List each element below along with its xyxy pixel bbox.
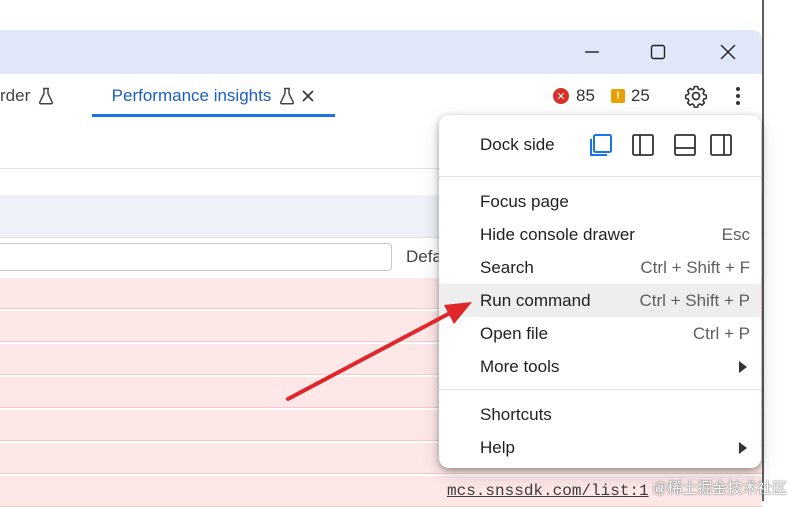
undock-icon [590, 134, 612, 156]
menu-item-label: Run command [480, 290, 591, 310]
error-icon: ✕ [553, 88, 569, 104]
experiment-flask-icon [39, 87, 54, 105]
maximize-icon [650, 44, 666, 60]
browser-page-area [0, 0, 762, 30]
menu-item-hide-console-drawer[interactable]: Hide console drawer Esc [439, 218, 761, 251]
dock-right-icon [710, 134, 732, 156]
dock-side-label: Dock side [480, 135, 555, 154]
dock-undock-button[interactable] [588, 132, 614, 158]
active-tab-indicator [92, 114, 335, 117]
minimize-icon [585, 51, 599, 53]
devtools-window-titlebar [0, 30, 762, 74]
menu-item-focus-page[interactable]: Focus page [439, 185, 761, 218]
dock-left-icon [632, 134, 654, 156]
console-filter-input[interactable] [0, 243, 392, 271]
close-icon [720, 44, 736, 60]
menu-separator [439, 176, 761, 177]
menu-item-label: Hide console drawer [480, 224, 635, 244]
dock-side-row: Dock side [439, 123, 761, 167]
menu-separator [439, 389, 761, 390]
menu-item-label: Open file [480, 323, 549, 343]
submenu-arrow-icon [739, 360, 747, 373]
dock-right-button[interactable] [708, 132, 734, 158]
settings-button[interactable] [680, 80, 712, 112]
menu-item-label: Help [480, 437, 515, 457]
right-edge-area [762, 0, 792, 501]
close-tab-icon[interactable] [301, 89, 315, 103]
error-count: 85 [576, 86, 595, 105]
close-window-button[interactable] [705, 30, 751, 74]
menu-item-shortcut: Ctrl + P [692, 323, 750, 343]
menu-item-label: Focus page [480, 191, 569, 211]
tab-performance-insights[interactable]: Performance insights [92, 74, 335, 118]
minimize-button[interactable] [569, 30, 615, 74]
tab-recorder[interactable]: rder [0, 74, 54, 118]
experiment-flask-icon [280, 87, 295, 105]
menu-item-open-file[interactable]: Open file Ctrl + P [439, 317, 761, 350]
menu-item-label: Shortcuts [480, 404, 552, 424]
gear-icon [684, 85, 708, 108]
watermark-text: @稀土掘金技术社区 [652, 480, 788, 497]
dock-bottom-icon [674, 134, 696, 156]
menu-item-shortcuts[interactable]: Shortcuts [439, 398, 761, 431]
dock-bottom-button[interactable] [672, 132, 698, 158]
menu-item-label: More tools [480, 356, 560, 376]
menu-item-shortcut: Ctrl + Shift + F [640, 257, 750, 277]
menu-item-search[interactable]: Search Ctrl + Shift + F [439, 251, 761, 284]
tab-performance-insights-label: Performance insights [111, 86, 272, 105]
issue-counters[interactable]: ✕ 85 ! 25 [553, 74, 650, 118]
submenu-arrow-icon [739, 441, 747, 454]
menu-item-more-tools[interactable]: More tools [439, 350, 761, 383]
menu-item-run-command[interactable]: Run command Ctrl + Shift + P [439, 284, 761, 317]
dock-left-button[interactable] [630, 132, 656, 158]
menu-item-shortcut: Esc [721, 224, 750, 244]
menu-item-shortcut: Ctrl + Shift + P [639, 290, 750, 310]
console-source-link[interactable]: mcs.snssdk.com/list:1 [447, 482, 649, 500]
warning-icon: ! [610, 89, 625, 103]
vertical-dots-icon [736, 87, 740, 105]
menu-item-label: Search [480, 257, 534, 277]
menu-item-help[interactable]: Help [439, 431, 761, 464]
default-levels-dropdown[interactable]: Defa [406, 238, 442, 276]
devtools-customize-menu: Dock side Focus page Hide console drawer… [439, 115, 761, 468]
more-options-button[interactable] [722, 80, 754, 112]
devtools-tab-strip: rder Performance insights ✕ 85 ! 25 [0, 74, 762, 119]
warning-count: 25 [630, 86, 650, 105]
tab-recorder-label: rder [0, 86, 31, 105]
window-edge-divider [762, 0, 764, 501]
maximize-button[interactable] [635, 30, 681, 74]
